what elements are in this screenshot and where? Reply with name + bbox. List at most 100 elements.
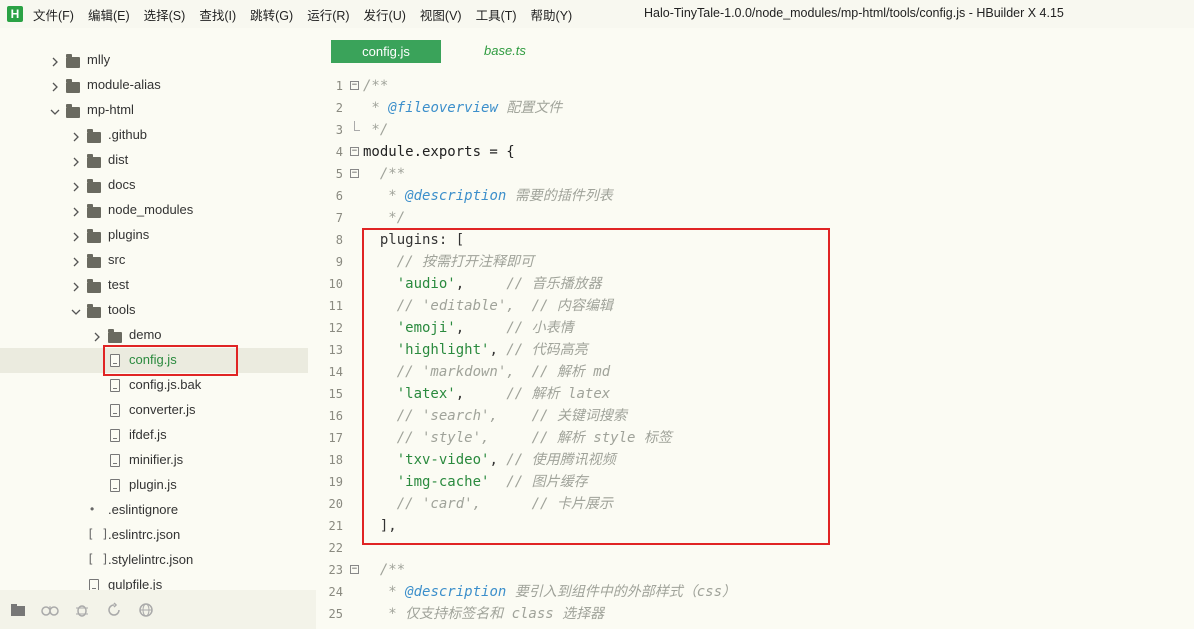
file-icon (110, 479, 120, 492)
tree-item-label: src (108, 252, 126, 267)
tree-item[interactable]: tools (0, 298, 308, 323)
line-number: 8 (335, 233, 343, 247)
chevron-right-icon[interactable] (92, 330, 104, 342)
line-number: 18 (328, 453, 343, 467)
tree-item-label: gulpfile.js (108, 577, 163, 590)
line-number: 9 (335, 255, 343, 269)
window-title: Halo-TinyTale-1.0.0/node_modules/mp-html… (644, 6, 1064, 20)
tree-item-label: plugins (108, 227, 150, 242)
dotfile-icon: • (90, 502, 95, 516)
tree-item[interactable]: config.js.bak (0, 373, 308, 398)
tree-item-label: .eslintignore (108, 502, 179, 517)
code-token: */ (363, 122, 389, 138)
chevron-right-icon[interactable] (71, 130, 83, 142)
project-explorer: mlly module-alias mp-html .github dist docs no… (0, 28, 317, 590)
chevron-right-icon[interactable] (71, 230, 83, 242)
bug-icon[interactable] (73, 601, 91, 619)
robot-icon[interactable] (41, 601, 59, 619)
code-token: */ (363, 210, 406, 226)
menu-item[interactable]: 帮助(Y) (531, 5, 573, 24)
files-icon[interactable] (9, 601, 27, 619)
menu-item[interactable]: 运行(R) (307, 5, 349, 24)
line-number: 13 (328, 343, 343, 357)
line-number: 15 (328, 387, 343, 401)
tree-item[interactable]: • .eslintignore (0, 498, 308, 523)
code-line: 2 * @fileoverview 配置文件 (316, 97, 1194, 119)
fold-toggle-icon[interactable]: − (350, 169, 359, 178)
code-token: /** (363, 562, 406, 578)
fold-toggle-icon[interactable]: − (350, 81, 359, 90)
line-number: 25 (328, 607, 343, 621)
code-token: @description (405, 188, 507, 204)
line-number: 2 (335, 101, 343, 115)
tree-item[interactable]: mp-html (0, 98, 308, 123)
menu-item[interactable]: 跳转(G) (250, 5, 293, 24)
tree-item[interactable]: .github (0, 123, 308, 148)
tree-item-label: mlly (87, 52, 111, 67)
code-token: module.exports = { (363, 144, 515, 160)
tree-item[interactable]: mlly (0, 48, 308, 73)
code-token: * (363, 100, 389, 116)
folder-icon (66, 79, 80, 93)
code-token: @fileoverview (388, 100, 498, 116)
globe-icon[interactable] (137, 601, 155, 619)
menu-item[interactable]: 查找(I) (199, 5, 236, 24)
chevron-right-icon[interactable] (71, 280, 83, 292)
code-line: 6 * @description 需要的插件列表 (316, 185, 1194, 207)
tab-config-js[interactable]: config.js (331, 40, 441, 63)
code-text: /** (363, 75, 388, 97)
tree-item-label: node_modules (108, 202, 194, 217)
folder-icon (87, 154, 101, 168)
line-number: 24 (328, 585, 343, 599)
file-icon (110, 404, 120, 417)
menu-item[interactable]: 视图(V) (420, 5, 462, 24)
editor-tab-bar: config.js base.ts (316, 28, 1194, 66)
folder-icon (87, 229, 101, 243)
menu-item[interactable]: 发行(U) (364, 5, 406, 24)
chevron-down-icon[interactable] (50, 105, 62, 117)
fold-toggle-icon[interactable]: − (350, 147, 359, 156)
tree-item[interactable]: docs (0, 173, 308, 198)
fold-end-marker (354, 121, 360, 131)
menu-item[interactable]: 文件(F) (33, 5, 74, 24)
line-number: 23 (328, 563, 343, 577)
refresh-icon[interactable] (105, 601, 123, 619)
tree-item[interactable]: minifier.js (0, 448, 308, 473)
menu-item[interactable]: 编辑(E) (88, 5, 130, 24)
code-line: 25 * 仅支持标签名和 class 选择器 (316, 603, 1194, 622)
tree-item[interactable]: plugin.js (0, 473, 308, 498)
chevron-right-icon[interactable] (50, 55, 62, 67)
tree-item[interactable]: plugins (0, 223, 308, 248)
menu-item[interactable]: 工具(T) (476, 5, 517, 24)
tree-item[interactable]: ifdef.js (0, 423, 308, 448)
tree-item[interactable]: [ ] .stylelintrc.json (0, 548, 308, 573)
file-icon (110, 429, 120, 442)
tab-base-ts[interactable]: base.ts (484, 43, 526, 58)
tree-item-label: mp-html (87, 102, 134, 117)
code-token: * (363, 188, 406, 204)
tree-item-label: plugin.js (129, 477, 177, 492)
tree-item[interactable]: [ ] .eslintrc.json (0, 523, 308, 548)
chevron-down-icon[interactable] (71, 305, 83, 317)
menu-item[interactable]: 选择(S) (144, 5, 186, 24)
tree-item[interactable]: dist (0, 148, 308, 173)
tree-item-label: ifdef.js (129, 427, 167, 442)
chevron-right-icon[interactable] (50, 80, 62, 92)
tree-item[interactable]: module-alias (0, 73, 308, 98)
chevron-right-icon[interactable] (71, 255, 83, 267)
tree-item[interactable]: node_modules (0, 198, 308, 223)
chevron-right-icon[interactable] (71, 155, 83, 167)
tree-item[interactable]: test (0, 273, 308, 298)
tree-item[interactable]: converter.js (0, 398, 308, 423)
tree-item[interactable]: gulpfile.js (0, 573, 308, 590)
chevron-right-icon[interactable] (71, 180, 83, 192)
folder-icon (87, 279, 101, 293)
tree-item-label: minifier.js (129, 452, 184, 467)
code-text: * @description 要引入到组件中的外部样式（css） (363, 581, 736, 603)
tree-item[interactable]: src (0, 248, 308, 273)
code-text: * 仅支持标签名和 class 选择器 (363, 603, 604, 622)
chevron-right-icon[interactable] (71, 205, 83, 217)
fold-toggle-icon[interactable]: − (350, 565, 359, 574)
tree-item-label: .stylelintrc.json (108, 552, 194, 567)
line-number: 1 (335, 79, 343, 93)
